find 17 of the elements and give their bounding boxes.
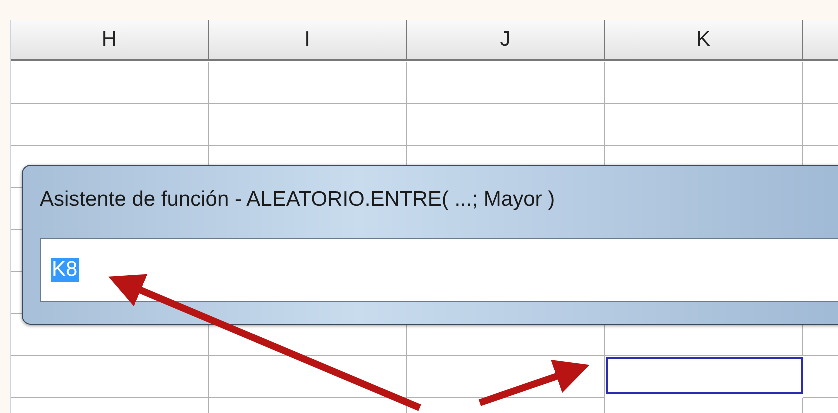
column-header[interactable]: I <box>209 20 407 61</box>
table-cell[interactable] <box>11 62 209 104</box>
dialog-title: Asistente de función - ALEATORIO.ENTRE( ...; Mayor ) <box>40 188 556 212</box>
table-cell[interactable] <box>11 356 209 398</box>
table-cell[interactable] <box>11 104 209 146</box>
table-cell[interactable] <box>209 62 407 104</box>
input-value: K8 <box>51 258 79 282</box>
table-cell[interactable] <box>407 104 605 146</box>
table-cell[interactable] <box>605 62 803 104</box>
column-header[interactable]: J <box>407 20 605 61</box>
table-cell[interactable] <box>209 356 407 398</box>
table-cell[interactable] <box>407 62 605 104</box>
column-header[interactable]: K <box>605 20 803 61</box>
selected-cell[interactable] <box>606 357 803 394</box>
column-header[interactable]: H <box>11 20 209 61</box>
table-cell[interactable] <box>209 104 407 146</box>
table-cell[interactable] <box>605 104 803 146</box>
